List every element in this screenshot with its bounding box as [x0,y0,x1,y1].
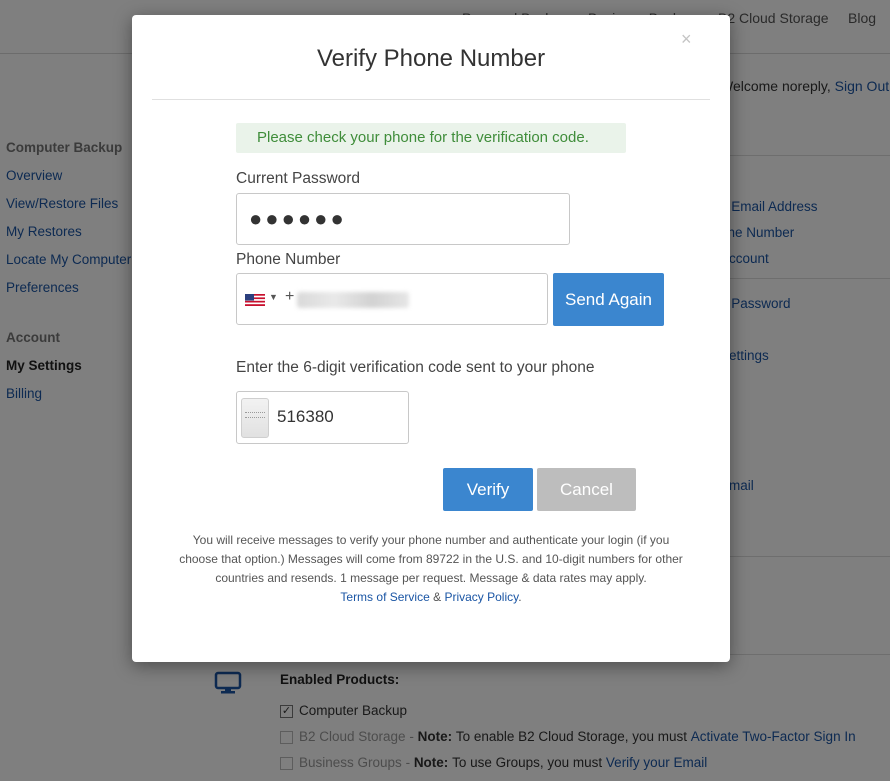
sms-disclaimer: You will receive messages to verify your… [176,531,686,607]
phone-prefix: + [285,288,295,305]
privacy-policy-link[interactable]: Privacy Policy [444,590,518,604]
phone-number-input[interactable]: ▼ + [236,273,548,325]
phone-device-icon [241,398,269,438]
current-password-input[interactable]: ●●●●●● [236,193,570,245]
cancel-button[interactable]: Cancel [537,468,636,511]
code-value: 516380 [277,407,334,426]
redacted-phone-number [297,292,409,308]
dialog-title: Verify Phone Number [316,45,546,72]
verify-phone-dialog: Verify Phone Number × Please check your … [132,15,730,662]
success-alert: Please check your phone for the verifica… [236,123,626,153]
us-flag-icon[interactable] [245,294,265,306]
ampersand: & [433,590,442,604]
current-password-label: Current Password [236,170,361,187]
code-label: Enter the 6-digit verification code sent… [236,359,595,376]
terms-of-service-link[interactable]: Terms of Service [340,590,429,604]
disclaimer-text: You will receive messages to verify your… [179,533,683,585]
header-divider [152,99,710,100]
verification-code-input[interactable]: 516380 [236,391,409,444]
phone-number-label: Phone Number [236,251,341,268]
close-icon[interactable]: × [681,29,692,50]
verify-button[interactable]: Verify [443,468,533,511]
send-again-button[interactable]: Send Again [553,273,664,326]
period: . [518,590,522,604]
country-caret-icon[interactable]: ▼ [269,292,278,302]
